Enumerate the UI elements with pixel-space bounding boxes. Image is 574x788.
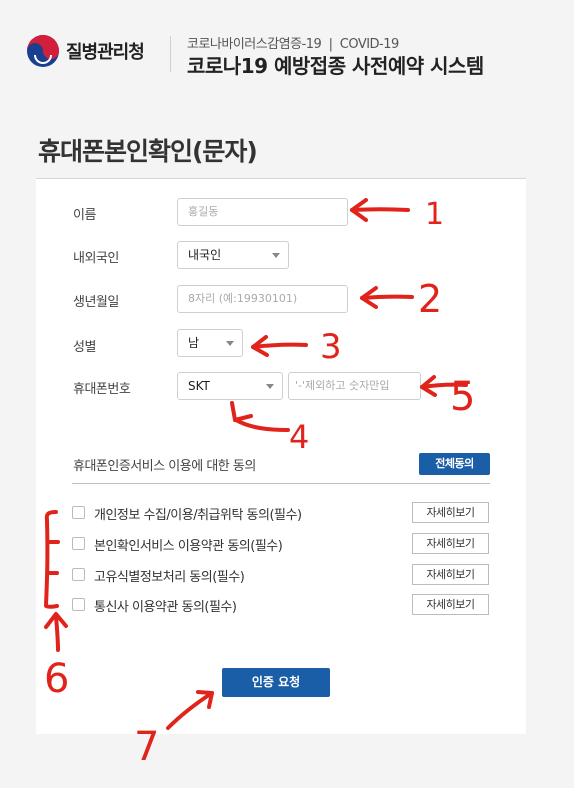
phone-label: 휴대폰번호: [73, 382, 131, 397]
consent-heading: 휴대폰인증서비스 이용에 대한 동의: [73, 459, 256, 474]
chevron-down-icon: [266, 384, 274, 389]
detail-button[interactable]: 자세히보기: [412, 594, 489, 615]
birthdate-input[interactable]: 8자리 (예:19930101): [177, 285, 348, 313]
consent-divider: [72, 483, 490, 484]
chevron-down-icon: [272, 253, 280, 258]
consent-checkbox[interactable]: [72, 598, 85, 611]
gender-value: 남: [188, 336, 200, 350]
agree-all-button[interactable]: 전체동의: [419, 453, 490, 475]
page-title: 휴대폰본인확인(문자): [38, 137, 258, 166]
consent-item-label: 본인확인서비스 이용약관 동의(필수): [94, 539, 283, 554]
name-input[interactable]: 홍길동: [177, 198, 348, 226]
request-verification-button[interactable]: 인증 요청: [222, 668, 330, 697]
consent-item-label: 통신사 이용약관 동의(필수): [94, 600, 237, 615]
government-emblem-icon: [27, 35, 59, 67]
detail-button[interactable]: 자세히보기: [412, 502, 489, 523]
detail-button[interactable]: 자세히보기: [412, 533, 489, 554]
consent-item-label: 고유식별정보처리 동의(필수): [94, 570, 245, 585]
verification-form-panel: 이름 홍길동 내외국인 내국인 생년월일 8자리 (예:19930101) 성별…: [36, 178, 526, 734]
consent-checkbox[interactable]: [72, 568, 85, 581]
gender-label: 성별: [73, 340, 96, 355]
gender-select[interactable]: 남: [177, 329, 243, 357]
carrier-value: SKT: [188, 379, 210, 393]
name-label: 이름: [73, 208, 96, 223]
org-name: 질병관리청: [66, 42, 145, 63]
nationality-label: 내외국인: [73, 251, 119, 266]
chevron-down-icon: [226, 341, 234, 346]
consent-item-label: 개인정보 수집/이용/취급위탁 동의(필수): [94, 508, 302, 523]
consent-checkbox[interactable]: [72, 537, 85, 550]
carrier-select[interactable]: SKT: [177, 372, 283, 400]
nationality-value: 내국인: [188, 248, 222, 262]
site-header: 질병관리청 코로나바이러스감염증-19 | COVID-19 코로나19 예방접…: [0, 0, 574, 100]
header-title: 코로나19 예방접종 사전예약 시스템: [187, 54, 484, 78]
phone-number-input[interactable]: '-'제외하고 숫자만입: [288, 372, 421, 400]
nationality-select[interactable]: 내국인: [177, 241, 289, 269]
header-divider: [170, 36, 171, 72]
consent-checkbox[interactable]: [72, 506, 85, 519]
birth-label: 생년월일: [73, 295, 119, 310]
detail-button[interactable]: 자세히보기: [412, 564, 489, 585]
